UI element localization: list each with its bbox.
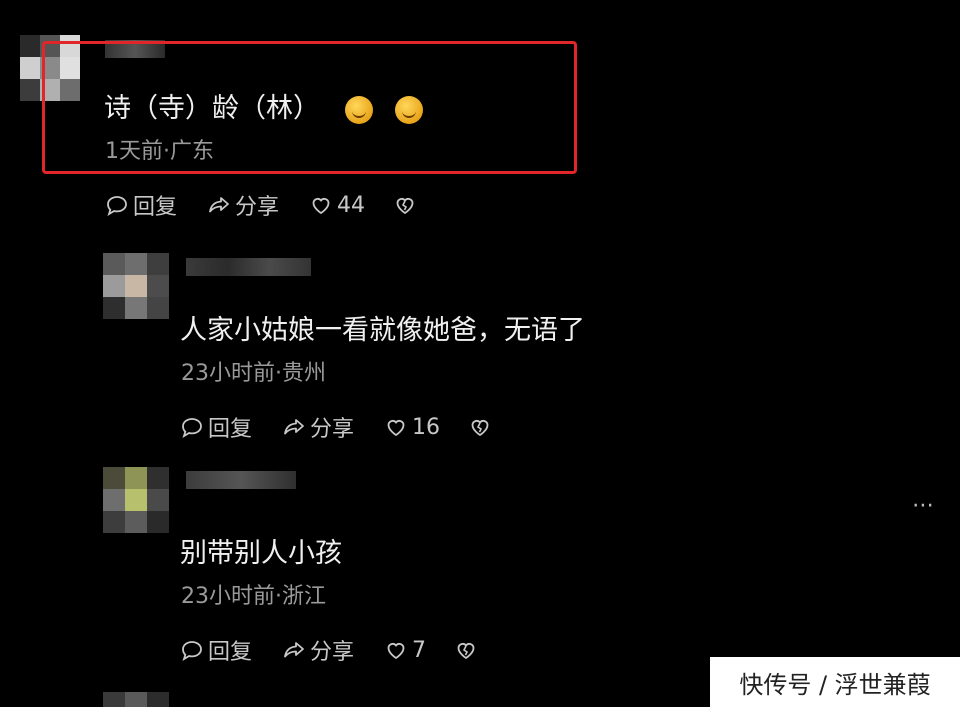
heart-icon	[387, 420, 405, 437]
share-icon	[209, 197, 229, 213]
avatar[interactable]	[103, 467, 169, 533]
thinking-emoji-icon	[344, 95, 373, 124]
comment-meta: 1天前·广东	[105, 139, 214, 164]
broken-heart-icon	[457, 643, 475, 660]
comment-actions: 回复 分享 7	[180, 634, 482, 666]
reply-label: 回复	[208, 640, 253, 665]
comment-bubble-icon	[182, 418, 202, 438]
reply-button[interactable]: 回复	[180, 634, 252, 666]
like-count: 16	[412, 414, 441, 440]
comment-bubble-icon	[182, 641, 202, 661]
more-options-icon[interactable]: ⋯	[912, 493, 935, 518]
heart-icon	[312, 198, 330, 215]
reply-label: 回复	[133, 195, 178, 220]
comment-text: 诗（寺）龄（林）	[104, 86, 424, 125]
comment-actions: 回复 分享 44	[105, 189, 421, 221]
heart-icon	[387, 643, 405, 660]
reply-button[interactable]: 回复	[105, 189, 177, 221]
reply-button[interactable]: 回复	[180, 411, 252, 443]
comment-meta: 23小时前·浙江	[181, 584, 326, 609]
comment-text-label: 诗（寺）龄（林）	[104, 93, 320, 124]
dislike-button[interactable]	[468, 415, 496, 439]
comment-text: 别带别人小孩	[180, 538, 342, 569]
share-button[interactable]: 分享	[207, 189, 279, 221]
avatar[interactable]	[103, 692, 169, 707]
comment-meta: 23小时前·贵州	[181, 361, 326, 386]
dislike-button[interactable]	[393, 193, 421, 217]
dislike-button[interactable]	[454, 638, 482, 662]
like-button[interactable]: 7	[384, 638, 426, 663]
avatar[interactable]	[103, 253, 169, 319]
broken-heart-icon	[396, 198, 414, 215]
share-label: 分享	[310, 417, 355, 442]
broken-heart-icon	[471, 420, 489, 437]
share-label: 分享	[310, 640, 355, 665]
share-button[interactable]: 分享	[282, 634, 354, 666]
thinking-emoji-icon	[395, 95, 424, 124]
share-label: 分享	[235, 195, 280, 220]
reply-label: 回复	[208, 417, 253, 442]
share-icon	[284, 642, 304, 658]
like-count: 44	[337, 192, 366, 218]
comment-actions: 回复 分享 16	[180, 411, 496, 443]
like-count: 7	[412, 637, 427, 663]
like-button[interactable]: 44	[309, 193, 365, 218]
username-blurred[interactable]	[186, 471, 296, 489]
share-icon	[284, 419, 304, 435]
share-button[interactable]: 分享	[282, 411, 354, 443]
comment-text: 人家小姑娘一看就像她爸，无语了	[180, 315, 585, 346]
username-blurred[interactable]	[186, 258, 311, 276]
comment-bubble-icon	[107, 196, 127, 216]
watermark: 快传号 / 浮世兼葭	[710, 657, 960, 707]
like-button[interactable]: 16	[384, 415, 440, 440]
